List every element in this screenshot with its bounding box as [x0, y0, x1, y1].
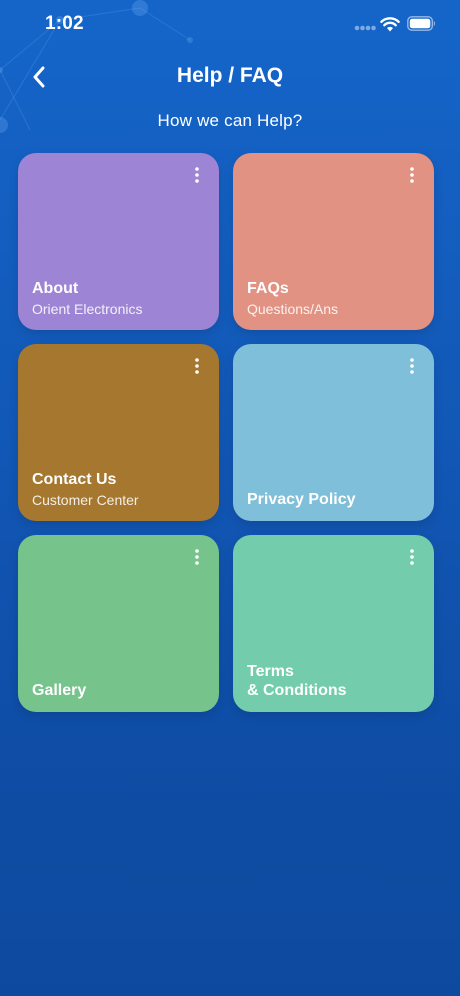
status-bar: 1:02 [0, 0, 460, 50]
page-title: Help / FAQ [176, 64, 284, 87]
card-title: About [32, 280, 79, 297]
signal-icon [354, 25, 376, 31]
status-time: 1:02 [45, 13, 84, 34]
card-subtitle: Orient Electronics [32, 301, 143, 317]
card-subtitle: Questions/Ans [247, 301, 339, 317]
more-vertical-icon[interactable] [402, 356, 422, 376]
more-vertical-icon[interactable] [402, 547, 422, 567]
more-vertical-icon[interactable] [402, 165, 422, 185]
more-vertical-icon[interactable] [187, 165, 207, 185]
more-vertical-icon[interactable] [187, 356, 207, 376]
card-about[interactable]: About Orient Electronics [18, 153, 219, 330]
card-title: Gallery [32, 682, 87, 699]
more-vertical-icon[interactable] [187, 547, 207, 567]
wifi-icon [380, 17, 400, 32]
card-title: FAQs [247, 280, 289, 297]
card-contact-us[interactable]: Contact Us Customer Center [18, 344, 219, 521]
page-subtitle: How we can Help? [157, 111, 303, 130]
card-title: Privacy Policy [247, 491, 356, 508]
card-terms-conditions[interactable]: Terms & Conditions [233, 535, 434, 712]
card-subtitle: Customer Center [32, 492, 139, 508]
card-faqs[interactable]: FAQs Questions/Ans [233, 153, 434, 330]
card-gallery[interactable]: Gallery [18, 535, 219, 712]
card-title: Contact Us [32, 471, 117, 488]
card-privacy-policy[interactable]: Privacy Policy [233, 344, 434, 521]
card-title: Terms & Conditions [247, 663, 347, 699]
battery-icon [407, 16, 435, 31]
